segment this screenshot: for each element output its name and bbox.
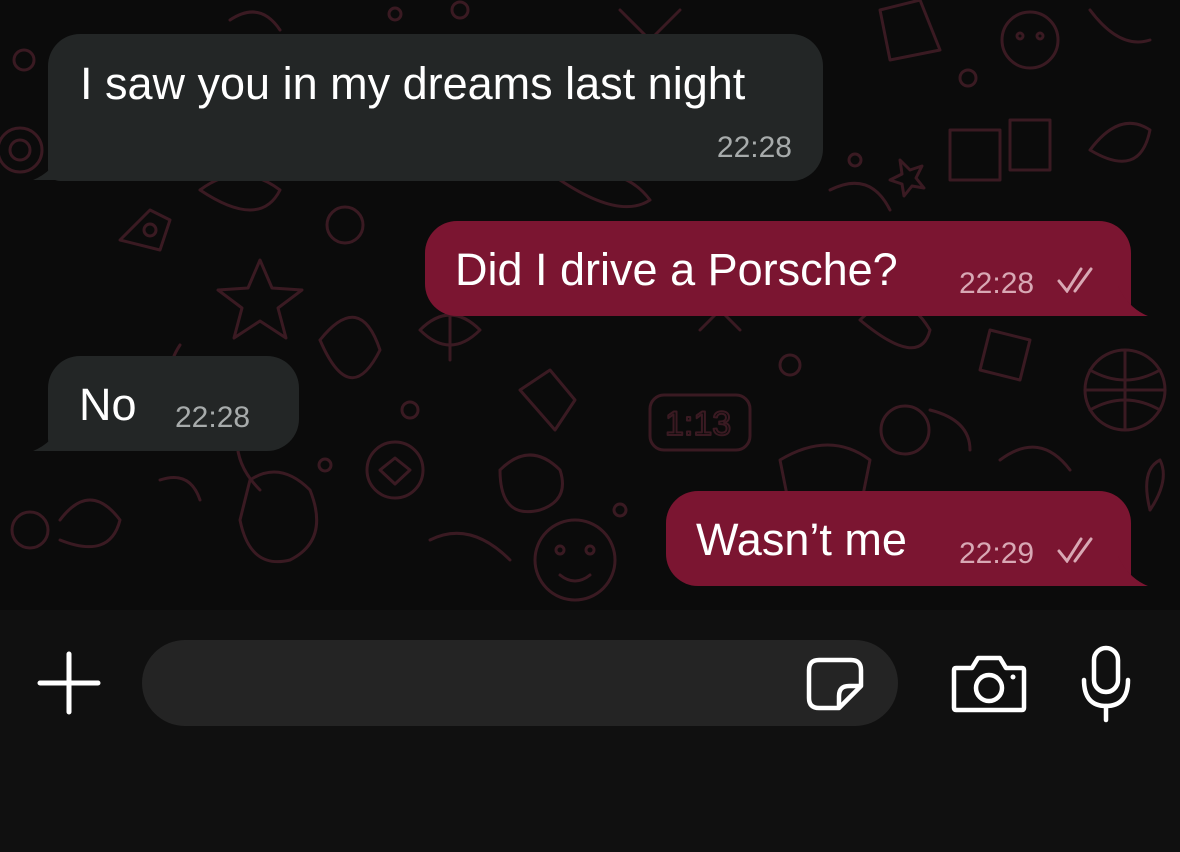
svg-text:1:13: 1:13 [665, 405, 731, 443]
message-timestamp: 22:28 [959, 267, 1035, 300]
read-receipt-double-check-icon [1057, 537, 1093, 563]
camera-icon[interactable] [950, 652, 1028, 714]
bubble-tail-outgoing [1118, 286, 1148, 316]
message-timestamp: 22:28 [175, 401, 251, 434]
message-input[interactable] [142, 640, 898, 726]
plus-icon[interactable] [36, 650, 102, 716]
message-timestamp: 22:29 [959, 537, 1035, 570]
message-composer-bar [0, 610, 1180, 852]
chat-area[interactable]: 1:13 I saw you in my dreams last night 2… [0, 0, 1180, 610]
message-bubble-incoming[interactable]: I saw you in my dreams last night 22:28 [48, 34, 823, 181]
message-text: I saw you in my dreams last night [80, 58, 746, 109]
message-text: Did I drive a Porsche? [455, 244, 898, 295]
read-receipt-double-check-icon [1057, 267, 1093, 293]
bubble-tail-outgoing [1118, 556, 1148, 586]
microphone-icon[interactable] [1078, 644, 1134, 724]
message-text: No [79, 379, 137, 430]
message-bubble-incoming[interactable]: No 22:28 [48, 356, 299, 451]
message-text: Wasn’t me [696, 514, 907, 565]
bubble-tail-incoming [33, 421, 63, 451]
bubble-tail-incoming [33, 150, 63, 180]
message-bubble-outgoing[interactable]: Did I drive a Porsche? 22:28 [425, 221, 1131, 316]
message-timestamp: 22:28 [716, 131, 792, 164]
message-bubble-outgoing[interactable]: Wasn’t me 22:29 [666, 491, 1131, 586]
sticker-icon[interactable] [805, 656, 865, 712]
